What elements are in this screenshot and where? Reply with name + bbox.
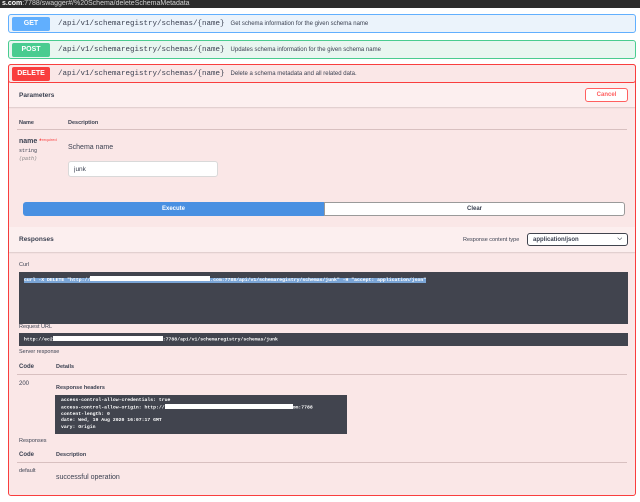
post-schema-endpoint[interactable]: POST /api/v1/schemaregistry/schemas/{nam…: [8, 40, 636, 59]
response-headers-label: Response headers: [56, 385, 105, 391]
curl-command[interactable]: curl -X DELETE "http:// .com:7788/api/v1/…: [19, 272, 628, 324]
method-badge-delete: DELETE: [12, 66, 50, 81]
documented-col-code: Code: [19, 452, 34, 458]
endpoint-path: /api/v1/schemaregistry/schemas/{name}: [58, 45, 225, 54]
request-url[interactable]: http://ec2 :7788/api/v1/schemaregistry/sc…: [19, 333, 628, 346]
header-line: access-control-allow-origin: http://: [61, 405, 165, 411]
documented-col-description: Description: [56, 452, 87, 458]
url-host: s.com: [2, 0, 23, 7]
param-type: string: [19, 148, 38, 154]
request-url-label: Request URL: [19, 324, 53, 330]
execute-button[interactable]: Execute: [23, 202, 324, 216]
get-schema-endpoint[interactable]: GET /api/v1/schemaregistry/schemas/{name…: [8, 14, 636, 33]
param-description: Schema name: [68, 144, 114, 151]
header-line: access-control-allow-credentials: true: [61, 398, 171, 403]
responses-title: Responses: [19, 236, 54, 243]
content-type-label: Response content type: [463, 237, 520, 243]
param-location: (path): [19, 156, 38, 162]
server-response-label: Server response: [19, 349, 60, 355]
endpoint-description: Get schema information for the given sch…: [230, 20, 369, 27]
curl-prefix: curl -X DELETE "http://: [24, 277, 91, 283]
content-type-value: application/json: [533, 236, 579, 243]
request-url-suffix: :7788/api/v1/schemaregistry/schemas/junk: [162, 337, 278, 343]
response-headers[interactable]: access-control-allow-credentials: true a…: [55, 395, 347, 434]
header-line: vary: Origin: [61, 424, 96, 430]
redacted-host: [164, 404, 293, 410]
browser-url-bar[interactable]: s.com:7788/swagger#/%20Schema/deleteSche…: [0, 0, 640, 8]
content-type-select[interactable]: application/json ⌵: [527, 233, 628, 246]
param-col-name: Name: [19, 120, 34, 126]
endpoint-description: Updates schema information for the given…: [230, 46, 381, 53]
curl-label: Curl: [19, 262, 30, 268]
redacted-host: [90, 276, 211, 281]
response-col-details: Details: [56, 364, 75, 370]
parameters-title: Parameters: [19, 92, 55, 99]
delete-schema-endpoint[interactable]: DELETE /api/v1/schemaregistry/schemas/{n…: [8, 64, 636, 83]
response-code: 200: [19, 381, 30, 387]
response-col-code: Code: [19, 364, 34, 370]
request-url-prefix: http://ec2: [24, 337, 53, 343]
name-param-input[interactable]: [68, 161, 218, 177]
endpoint-description: Delete a schema metadata and all related…: [230, 70, 357, 77]
divider: [17, 374, 627, 375]
header-line: content-length: 0: [61, 412, 110, 418]
method-badge-post: POST: [12, 42, 50, 57]
divider: [17, 129, 627, 130]
endpoint-path: /api/v1/schemaregistry/schemas/{name}: [58, 69, 225, 78]
divider: [17, 462, 627, 463]
param-col-description: Description: [68, 120, 99, 126]
documented-responses-title: Responses: [19, 438, 47, 444]
header-line: date: Wed, 19 Aug 2020 16:07:17 GMT: [61, 418, 162, 424]
default-response-code: default: [19, 468, 36, 474]
delete-schema-operation: DELETE /api/v1/schemaregistry/schemas/{n…: [8, 64, 636, 496]
header-line-suffix: om:7788: [292, 405, 313, 411]
redacted-host: [52, 336, 163, 341]
param-name: name *: [19, 138, 42, 145]
chevron-down-icon: ⌵: [617, 236, 622, 242]
parameters-header: [9, 83, 635, 107]
method-badge-get: GET: [12, 16, 50, 31]
default-response-description: successful operation: [56, 474, 120, 481]
clear-button[interactable]: Clear: [324, 202, 625, 216]
curl-suffix: .com:7788/api/v1/schemaregistry/schemas/…: [210, 277, 427, 283]
endpoint-path: /api/v1/schemaregistry/schemas/{name}: [58, 19, 225, 28]
url-path: :7788/swagger#/%20Schema/deleteSchemaMet…: [22, 0, 190, 7]
required-label: required: [42, 137, 57, 142]
cancel-button[interactable]: Cancel: [585, 88, 628, 102]
